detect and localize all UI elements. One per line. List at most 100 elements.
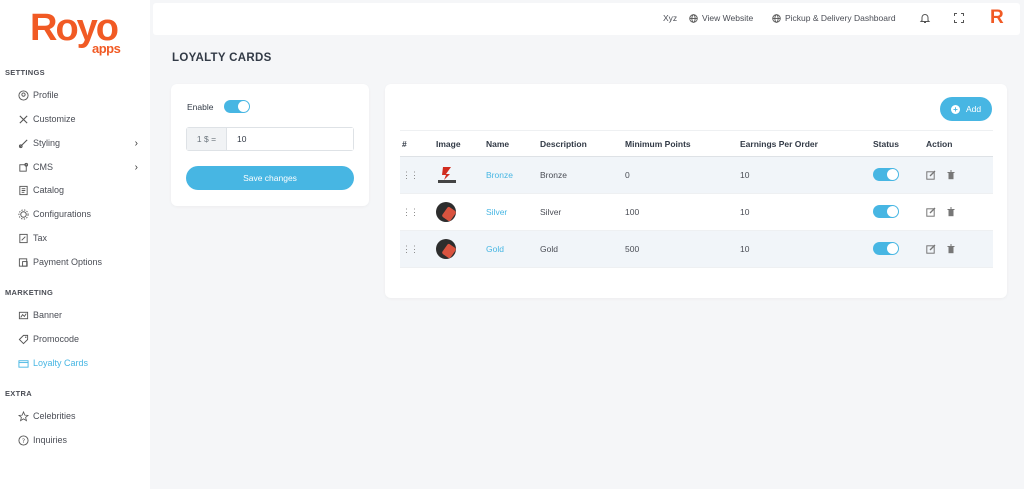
sidebar-item-catalog[interactable]: Catalog — [17, 181, 142, 199]
dashboard-link[interactable]: Pickup & Delivery Dashboard — [772, 13, 896, 23]
col-action: Action — [926, 130, 993, 157]
conversion-rate-input[interactable] — [227, 128, 353, 150]
tools-icon — [17, 113, 29, 125]
sidebar-item-label: Payment Options — [33, 257, 103, 267]
loyalty-cards-table: # Image Name Description Minimum Points … — [400, 130, 993, 268]
sidebar-item-configurations[interactable]: Configurations — [17, 205, 142, 223]
row-earnings: 10 — [740, 230, 873, 268]
sidebar-item-profile[interactable]: Profile — [17, 86, 142, 104]
drag-handle-icon[interactable]: ⋮⋮ — [400, 193, 436, 231]
enable-label: Enable — [187, 101, 214, 112]
silver-badge-image — [436, 202, 456, 222]
add-button[interactable]: + Add — [940, 97, 992, 121]
section-title-settings: SETTINGS — [5, 68, 45, 77]
col-index: # — [400, 130, 436, 157]
save-changes-button[interactable]: Save changes — [186, 166, 354, 190]
row-status-cell — [873, 230, 926, 268]
sidebar-item-label: Customize — [33, 114, 76, 124]
loyalty-cards-table-card: + Add # Image Name Description Minimum P… — [385, 84, 1007, 298]
trash-icon[interactable] — [946, 207, 956, 217]
sidebar-item-payment-options[interactable]: Payment Options — [17, 253, 142, 271]
view-website-label: View Website — [702, 13, 754, 23]
tax-icon — [17, 232, 29, 244]
row-description: Gold — [540, 230, 625, 268]
drag-handle-icon[interactable]: ⋮⋮ — [400, 230, 436, 268]
row-image-cell — [436, 230, 486, 268]
row-min-points: 500 — [625, 230, 740, 268]
row-earnings: 10 — [740, 193, 873, 231]
dashboard-label: Pickup & Delivery Dashboard — [785, 13, 896, 23]
sidebar-item-celebrities[interactable]: Celebrities — [17, 407, 142, 425]
conversion-rate-group: 1 $ = — [186, 127, 354, 151]
sidebar-item-loyalty-cards[interactable]: Loyalty Cards — [17, 354, 142, 372]
user-circle-icon — [17, 89, 29, 101]
conversion-rate-prefix: 1 $ = — [187, 128, 227, 150]
sidebar-item-label: Celebrities — [33, 411, 76, 421]
row-description: Silver — [540, 193, 625, 231]
sidebar-item-label: Profile — [33, 90, 59, 100]
col-name: Name — [486, 130, 540, 157]
add-label: Add — [965, 104, 982, 114]
catalog-icon — [17, 184, 29, 196]
royo-logo[interactable]: Royo apps — [30, 8, 130, 58]
sidebar-item-label: Banner — [33, 310, 63, 320]
trash-icon[interactable] — [946, 244, 956, 254]
gold-badge-image — [436, 239, 456, 259]
sidebar-item-banner[interactable]: Banner — [17, 306, 142, 324]
sidebar-item-label: Tax — [33, 233, 48, 243]
row-image-cell — [436, 193, 486, 231]
edit-icon[interactable] — [926, 244, 936, 255]
row-min-points: 0 — [625, 156, 740, 194]
col-description: Description — [540, 130, 625, 157]
col-minimum-points: Minimum Points — [625, 130, 740, 157]
row-name-link[interactable]: Gold — [486, 230, 540, 268]
row-actions — [926, 193, 993, 231]
fullscreen-icon[interactable] — [953, 12, 965, 24]
user-menu[interactable]: Xyz — [663, 13, 677, 23]
row-min-points: 100 — [625, 193, 740, 231]
section-title-extra: EXTRA — [5, 389, 32, 398]
profile-avatar[interactable]: R — [990, 7, 1004, 29]
sidebar-item-customize[interactable]: Customize — [17, 110, 142, 128]
section-title-marketing: MARKETING — [5, 288, 54, 297]
page-title: LOYALTY CARDS — [172, 52, 272, 64]
brush-icon — [17, 137, 29, 149]
sidebar-item-tax[interactable]: Tax — [17, 229, 142, 247]
loyalty-settings-card: Enable 1 $ = Save changes — [171, 84, 369, 206]
bell-icon[interactable] — [919, 12, 931, 24]
sidebar-item-label: Styling — [33, 138, 61, 148]
row-name-link[interactable]: Bronze — [486, 156, 540, 194]
status-toggle[interactable] — [873, 167, 899, 181]
enable-row: Enable — [187, 100, 250, 113]
drag-handle-icon[interactable]: ⋮⋮ — [400, 156, 436, 194]
trash-icon[interactable] — [946, 170, 956, 180]
bronze-badge-image — [438, 167, 456, 183]
row-description: Bronze — [540, 156, 625, 194]
status-toggle[interactable] — [873, 241, 899, 255]
chevron-right-icon: › — [134, 138, 138, 149]
table-header-row: # Image Name Description Minimum Points … — [400, 130, 993, 157]
banner-icon — [17, 309, 29, 321]
col-earnings-per-order: Earnings Per Order — [740, 130, 873, 157]
edit-icon[interactable] — [926, 170, 936, 181]
row-name-link[interactable]: Silver — [486, 193, 540, 231]
chevron-right-icon: › — [134, 162, 138, 173]
row-status-cell — [873, 156, 926, 194]
row-status-cell — [873, 193, 926, 231]
sidebar-item-styling[interactable]: Styling › — [17, 134, 142, 152]
sidebar-item-inquiries[interactable]: ? Inquiries — [17, 431, 142, 449]
logo-subtext: apps — [92, 41, 121, 56]
user-name: Xyz — [663, 13, 678, 23]
sidebar-item-promocode[interactable]: Promocode — [17, 330, 142, 348]
view-website-link[interactable]: View Website — [689, 13, 753, 23]
gear-icon — [17, 208, 29, 220]
promocode-icon — [17, 333, 29, 345]
enable-toggle[interactable] — [223, 100, 250, 113]
sidebar-item-cms[interactable]: CMS › — [17, 158, 142, 176]
top-bar: Xyz View Website Pickup & Delivery Dashb… — [153, 3, 1020, 35]
status-toggle[interactable] — [873, 204, 899, 218]
row-image-cell — [436, 156, 486, 194]
edit-icon[interactable] — [926, 207, 936, 218]
question-icon: ? — [17, 434, 29, 446]
puzzle-icon — [17, 161, 29, 173]
